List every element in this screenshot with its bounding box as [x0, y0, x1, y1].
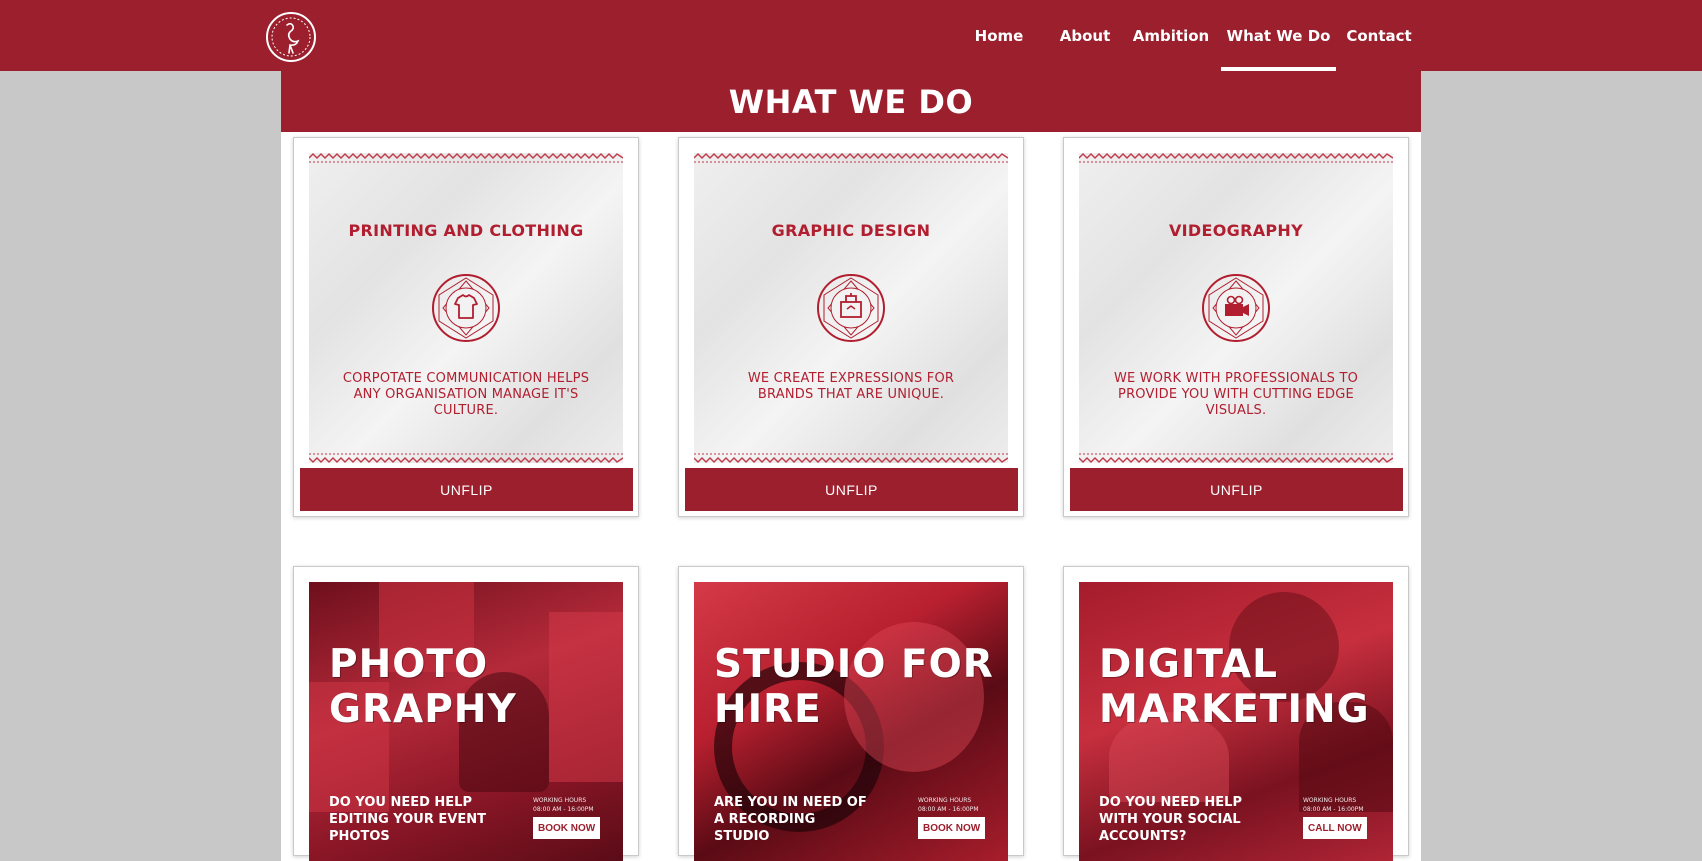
book-now-button[interactable]: BOOK NOW	[533, 817, 601, 839]
service-card-videography: VIDEOGRAPHY WE WORK WITH PROFESSIONALS T…	[1063, 137, 1409, 517]
poster-subtitle: DO YOU NEED HELP EDITING YOUR EVENT PHOT…	[329, 795, 486, 844]
service-card-graphic-design: GRAPHIC DESIGN WE CREATE EXPRESSIONS FOR…	[678, 137, 1024, 517]
zigzag-border-icon	[309, 453, 623, 463]
design-tool-icon	[817, 274, 885, 342]
unflip-button[interactable]: UNFLIP	[300, 468, 633, 511]
nav-home[interactable]: Home	[974, 0, 1024, 71]
section-title: WHAT WE DO	[281, 71, 1421, 132]
nav-about[interactable]: About	[1060, 0, 1111, 71]
video-camera-icon	[1202, 274, 1270, 342]
poster-working-hours: WORKING HOURS 08:00 AM - 16:00PM	[533, 797, 594, 813]
poster-title: DIGITAL MARKETING	[1099, 642, 1370, 732]
zigzag-border-icon	[1079, 153, 1393, 163]
main-content: WHAT WE DO PRINTING AND CLOTHING CORPOTA…	[281, 71, 1421, 861]
nav-contact[interactable]: Contact	[1346, 0, 1411, 71]
unflip-button[interactable]: UNFLIP	[685, 468, 1018, 511]
service-card-face: VIDEOGRAPHY WE WORK WITH PROFESSIONALS T…	[1079, 153, 1393, 463]
photography-poster: PHOTO GRAPHY DO YOU NEED HELP EDITING YOU…	[309, 582, 623, 861]
poster-card-photography[interactable]: PHOTO GRAPHY DO YOU NEED HELP EDITING YOU…	[293, 566, 639, 861]
poster-title: PHOTO GRAPHY	[329, 642, 517, 732]
service-title: VIDEOGRAPHY	[1169, 221, 1303, 240]
poster-working-hours: WORKING HOURS 08:00 AM - 16:00PM	[918, 797, 979, 813]
zigzag-border-icon	[1079, 453, 1393, 463]
zigzag-border-icon	[309, 153, 623, 163]
poster-working-hours: WORKING HOURS 08:00 AM - 16:00PM	[1303, 797, 1364, 813]
flamingo-logo-icon[interactable]	[265, 11, 317, 63]
nav-what-we-do[interactable]: What We Do	[1221, 0, 1336, 71]
digital-marketing-poster: DIGITAL MARKETING DO YOU NEED HELP WITH Y…	[1079, 582, 1393, 861]
service-card-face: PRINTING AND CLOTHING CORPOTATE COMMUNIC…	[309, 153, 623, 463]
service-description: CORPOTATE COMMUNICATION HELPS ANY ORGANI…	[342, 371, 590, 418]
book-now-button[interactable]: BOOK NOW	[918, 817, 986, 839]
poster-title: STUDIO FOR HIRE	[714, 642, 994, 732]
unflip-button[interactable]: UNFLIP	[1070, 468, 1403, 511]
service-title: GRAPHIC DESIGN	[771, 221, 931, 240]
service-title: PRINTING AND CLOTHING	[348, 221, 584, 240]
poster-subtitle: DO YOU NEED HELP WITH YOUR SOCIAL ACCOUN…	[1099, 795, 1242, 844]
service-description: WE WORK WITH PROFESSIONALS TO PROVIDE YO…	[1113, 371, 1359, 418]
studio-poster: STUDIO FOR HIRE ARE YOU IN NEED OF A RECO…	[694, 582, 1008, 861]
nav-ambition[interactable]: Ambition	[1133, 0, 1209, 71]
zigzag-border-icon	[694, 153, 1008, 163]
poster-card-digital-marketing[interactable]: DIGITAL MARKETING DO YOU NEED HELP WITH Y…	[1063, 566, 1409, 861]
zigzag-border-icon	[694, 453, 1008, 463]
tshirt-icon	[432, 274, 500, 342]
poster-subtitle: ARE YOU IN NEED OF A RECORDING STUDIO	[714, 795, 867, 844]
service-description: WE CREATE EXPRESSIONS FOR BRANDS THAT AR…	[747, 371, 955, 402]
poster-card-studio[interactable]: STUDIO FOR HIRE ARE YOU IN NEED OF A RECO…	[678, 566, 1024, 861]
top-navigation-bar: Home About Ambition What We Do Contact	[0, 0, 1702, 71]
call-now-button[interactable]: CALL NOW	[1303, 817, 1367, 839]
service-card-face: GRAPHIC DESIGN WE CREATE EXPRESSIONS FOR…	[694, 153, 1008, 463]
service-card-printing: PRINTING AND CLOTHING CORPOTATE COMMUNIC…	[293, 137, 639, 517]
